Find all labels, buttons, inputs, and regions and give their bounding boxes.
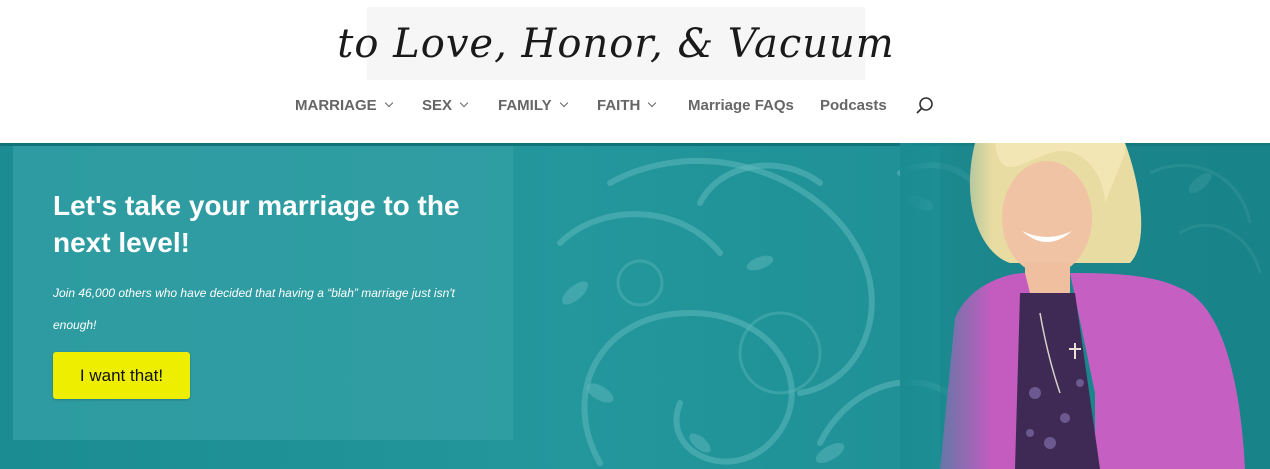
chevron-down-icon (459, 98, 469, 108)
i-want-that-button[interactable]: I want that! (53, 352, 190, 399)
nav-item-label: Marriage FAQs (688, 96, 794, 114)
chevron-down-icon (648, 98, 657, 108)
site-logo[interactable]: to Love, Honor, & Vacuum (337, 7, 894, 80)
nav-item-label: FAITH (597, 96, 641, 114)
logo-text: to Love, Honor, & Vacuum (337, 20, 895, 67)
nav-item-label: FAMILY (498, 96, 552, 114)
main-nav: MARRIAGE SEX FAMILY FAITH Marriage FAQs … (0, 84, 1270, 126)
nav-item-marriage[interactable]: MARRIAGE (295, 84, 393, 126)
nav-item-faith[interactable]: FAITH (597, 84, 657, 126)
hero-subtitle: Join 46,000 others who have decided that… (53, 286, 455, 332)
search-icon[interactable] (915, 96, 935, 116)
chevron-down-icon (559, 98, 568, 108)
nav-item-family[interactable]: FAMILY (498, 84, 568, 126)
nav-item-label: MARRIAGE (295, 96, 377, 114)
site-header: to Love, Honor, & Vacuum MARRIAGE SEX FA… (0, 0, 1270, 143)
nav-item-podcasts[interactable]: Podcasts (820, 84, 887, 126)
nav-item-sex[interactable]: SEX (422, 84, 469, 126)
nav-item-marriage-faqs[interactable]: Marriage FAQs (688, 84, 794, 126)
nav-item-label: Podcasts (820, 96, 887, 114)
author-photo (900, 143, 1270, 469)
hero-banner: Let's take your marriage to the next lev… (0, 143, 1270, 469)
hero-title: Let's take your marriage to the next lev… (53, 190, 460, 258)
nav-item-label: SEX (422, 96, 453, 114)
chevron-down-icon (384, 98, 393, 108)
